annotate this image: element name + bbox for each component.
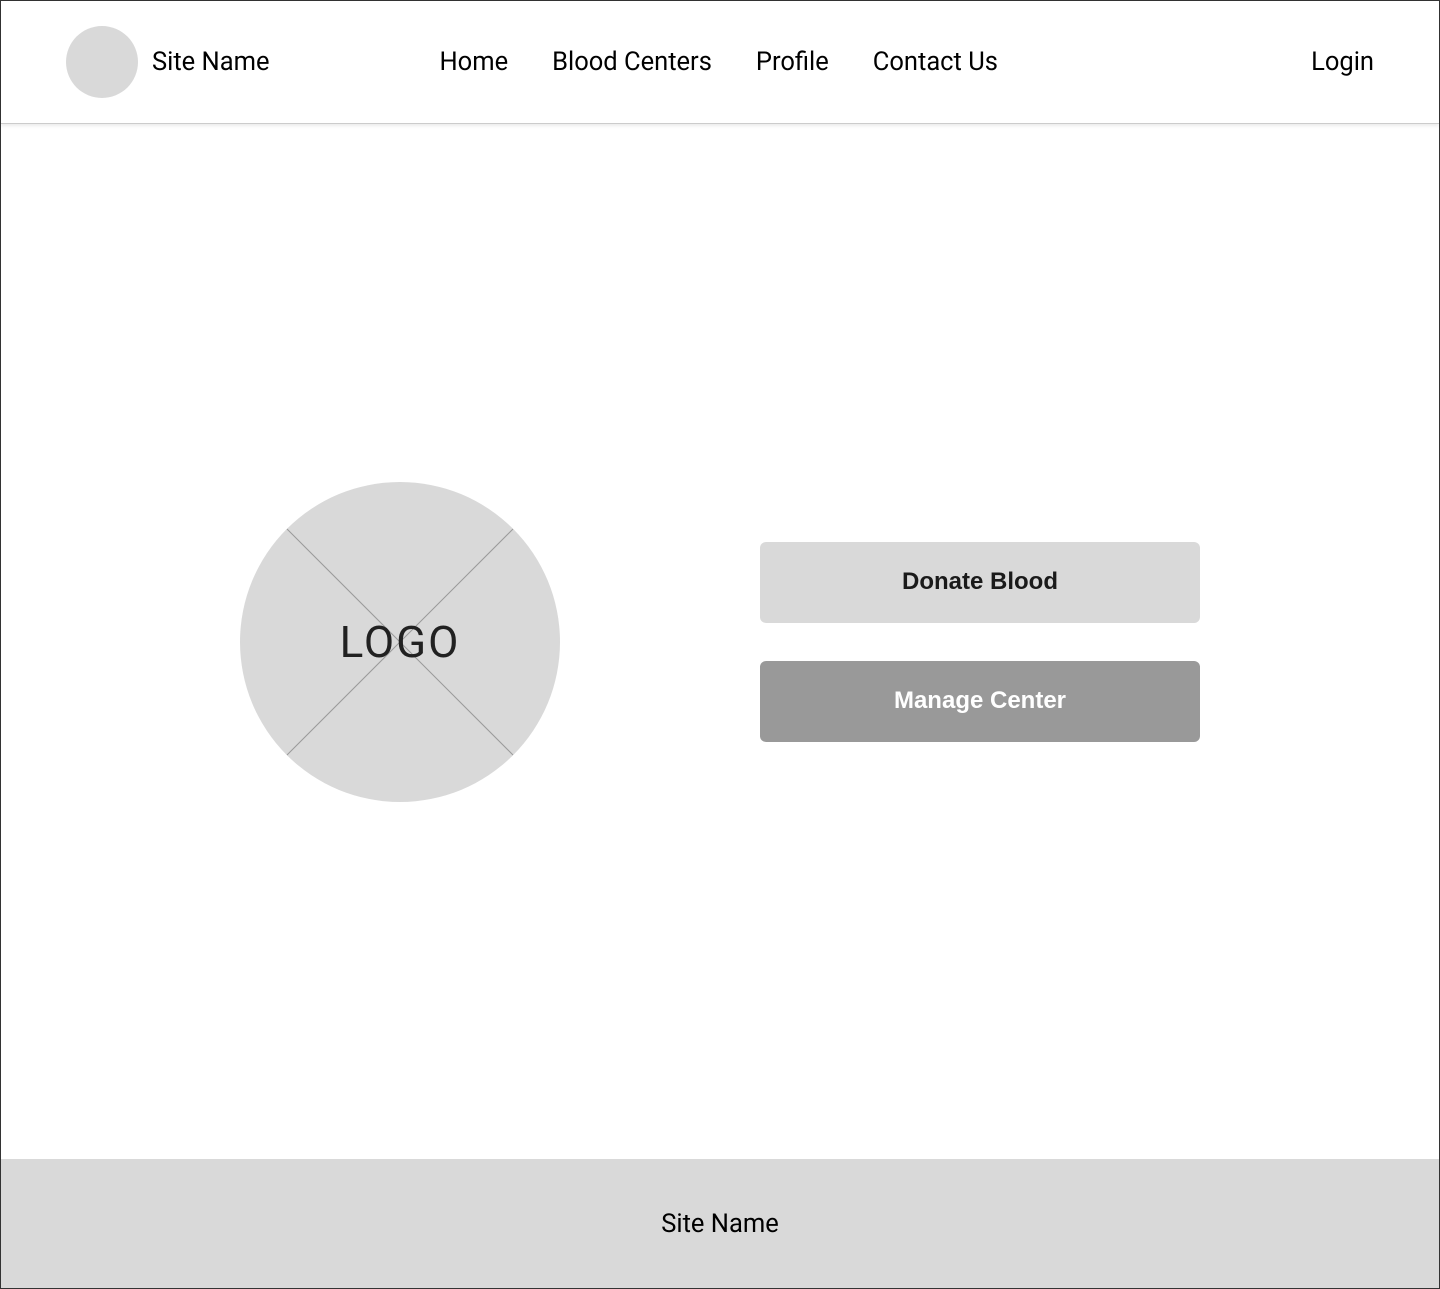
footer-site-name: Site Name — [661, 1209, 778, 1239]
logo-icon — [66, 26, 138, 98]
footer: Site Name — [1, 1159, 1439, 1288]
nav-blood-centers[interactable]: Blood Centers — [552, 47, 712, 77]
manage-center-button[interactable]: Manage Center — [760, 661, 1200, 742]
site-name: Site Name — [152, 47, 269, 77]
nav-home[interactable]: Home — [439, 47, 508, 77]
logo-placeholder-circle: LOGO — [240, 482, 560, 802]
logo-placeholder: LOGO — [240, 482, 560, 802]
main: LOGO Donate Blood Manage Center — [1, 124, 1439, 1159]
logo-placeholder-label: LOGO — [340, 616, 461, 668]
cta-column: Donate Blood Manage Center — [760, 542, 1200, 742]
donate-blood-button[interactable]: Donate Blood — [760, 542, 1200, 623]
nav: Home Blood Centers Profile Contact Us — [439, 47, 997, 77]
nav-contact-us[interactable]: Contact Us — [873, 47, 998, 77]
header: Site Name Home Blood Centers Profile Con… — [1, 1, 1439, 124]
nav-profile[interactable]: Profile — [756, 47, 829, 77]
login-link[interactable]: Login — [1311, 47, 1374, 77]
